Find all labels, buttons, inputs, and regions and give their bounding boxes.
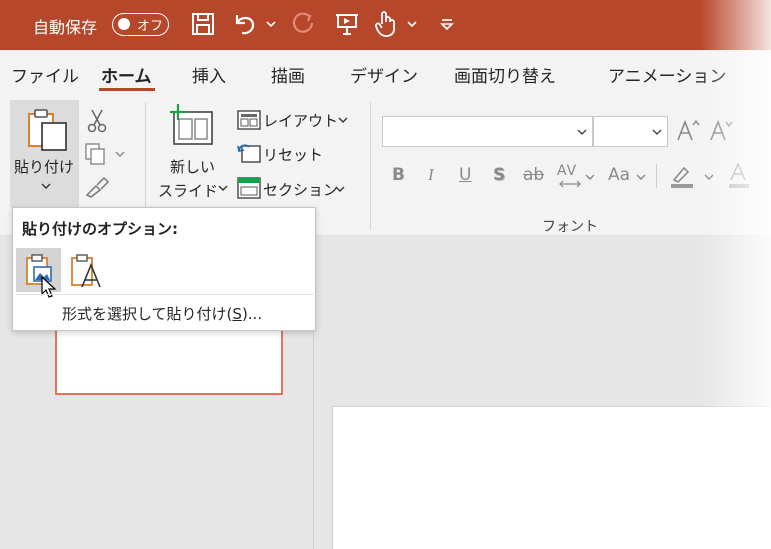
save-icon[interactable] [189, 9, 217, 39]
customize-icon[interactable] [433, 9, 461, 39]
paste-as-picture-option[interactable] [16, 248, 61, 298]
chevron-down-icon[interactable] [218, 184, 228, 192]
menu-separator [16, 294, 314, 295]
layout-icon[interactable] [237, 110, 261, 130]
mouse-cursor-icon [41, 276, 57, 298]
paste-icon [28, 109, 67, 151]
redo-icon[interactable] [289, 9, 317, 39]
chevron-down-icon[interactable] [585, 173, 595, 181]
paste-options-title: 貼り付けのオプション: [22, 220, 178, 238]
title-bar: 自動保存 オフ [0, 0, 771, 50]
strikethrough-button[interactable]: ab [523, 165, 544, 185]
divider [656, 164, 657, 188]
new-slide-label-1: 新しい [170, 158, 216, 176]
paste-options-menu: 貼り付けのオプション: 形式を選択して貼り付け(S)... [12, 207, 316, 331]
chevron-down-icon[interactable] [704, 173, 714, 181]
cut-icon[interactable] [86, 108, 108, 134]
font-group-label: フォント [542, 219, 598, 235]
shadow-button[interactable]: S [493, 165, 505, 185]
section-label[interactable]: セクション [263, 179, 338, 200]
font-size-combo[interactable] [593, 116, 668, 147]
paste-text-only-icon [71, 254, 101, 288]
tab-insert[interactable]: 挿入 [192, 62, 226, 87]
touch-mode-icon[interactable] [372, 9, 400, 39]
chevron-down-icon[interactable] [266, 20, 276, 28]
slide-thumbnail[interactable] [55, 326, 283, 395]
paste-special-item[interactable]: 形式を選択して貼り付け(S)... [62, 303, 262, 324]
reset-icon[interactable] [237, 142, 261, 164]
tab-design[interactable]: デザイン [350, 62, 418, 87]
autosave-state: オフ [137, 19, 164, 34]
group-separator [370, 102, 371, 230]
change-case-button[interactable]: Aa [608, 165, 630, 185]
autosave-toggle[interactable]: オフ [112, 13, 169, 36]
chevron-down-icon[interactable] [636, 173, 646, 181]
reset-label[interactable]: リセット [263, 144, 323, 165]
undo-icon[interactable] [231, 9, 259, 39]
italic-button[interactable]: I [428, 165, 434, 185]
autosave-label: 自動保存 [33, 18, 98, 37]
tab-animations[interactable]: アニメーション [608, 62, 726, 87]
bold-button[interactable]: B [392, 165, 405, 185]
font-color-icon[interactable] [728, 162, 750, 190]
chevron-down-icon[interactable] [577, 128, 587, 136]
slide-canvas[interactable] [332, 406, 771, 549]
chevron-down-icon[interactable] [407, 20, 417, 28]
highlight-icon[interactable] [668, 162, 696, 190]
new-slide-icon[interactable] [168, 104, 216, 148]
chevron-down-icon[interactable] [338, 116, 348, 124]
paste-text-only-option[interactable] [67, 253, 105, 289]
tab-transitions[interactable]: 画面切り替え [454, 62, 556, 87]
tab-file[interactable]: ファイル [11, 62, 79, 87]
chevron-down-icon[interactable] [335, 185, 345, 193]
tab-home[interactable]: ホーム [101, 62, 152, 87]
paste-label: 貼り付け [14, 158, 75, 176]
copy-icon[interactable] [84, 142, 126, 166]
paste-special-tail: )... [241, 305, 263, 323]
format-painter-icon[interactable] [85, 175, 111, 199]
tab-draw[interactable]: 描画 [271, 62, 305, 87]
decrease-font-size-icon[interactable] [709, 118, 733, 144]
paste-special-accesskey: S [232, 305, 242, 323]
character-spacing-button[interactable]: AV [557, 163, 577, 179]
new-slide-label-2: スライド [158, 182, 219, 200]
layout-label[interactable]: レイアウト [263, 110, 338, 131]
chevron-down-icon[interactable] [652, 128, 662, 136]
increase-font-size-icon[interactable] [676, 118, 700, 144]
spacing-arrows-icon [559, 180, 581, 188]
paste-special-text: 形式を選択して貼り付け( [62, 305, 233, 323]
present-icon[interactable] [333, 9, 361, 39]
chevron-down-icon [41, 183, 51, 189]
toggle-knob [118, 18, 130, 30]
active-tab-indicator [99, 88, 155, 91]
font-name-combo[interactable] [382, 116, 593, 147]
underline-button[interactable]: U [459, 165, 471, 185]
section-icon[interactable] [237, 177, 261, 199]
